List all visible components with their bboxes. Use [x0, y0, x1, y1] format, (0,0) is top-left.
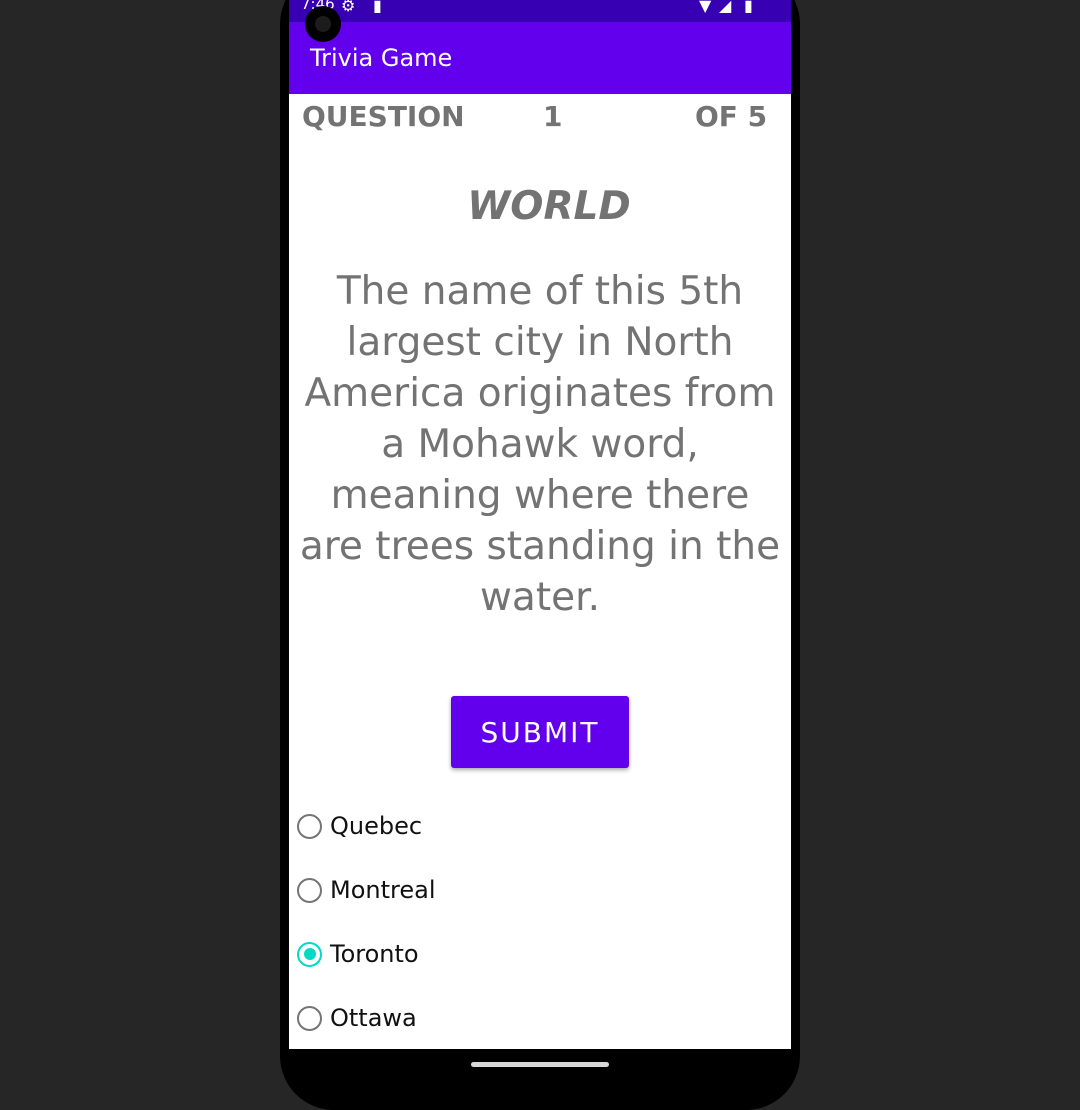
question-total: OF 5	[695, 100, 768, 133]
option-toronto[interactable]: Toronto	[297, 934, 419, 974]
option-quebec[interactable]: Quebec	[297, 806, 422, 846]
phone-screen: 7:46 ⚙ ▮ ▼ ◢ ▮ Trivia Game QUESTION 1 OF…	[289, 0, 791, 1049]
app-title: Trivia Game	[310, 44, 453, 72]
signal-icon: ◢	[719, 0, 732, 15]
radio-button[interactable]	[297, 877, 322, 903]
battery-icon: ▮	[744, 0, 753, 15]
radio-button[interactable]	[297, 813, 322, 839]
option-label: Ottawa	[330, 1004, 417, 1032]
option-ottawa[interactable]: Ottawa	[297, 998, 417, 1038]
front-camera	[305, 6, 341, 42]
submit-button[interactable]: SUBMIT	[451, 696, 629, 768]
radio-button-selected[interactable]	[297, 941, 322, 967]
radio-button[interactable]	[297, 1005, 322, 1031]
question-label: QUESTION	[302, 100, 465, 133]
question-text: The name of this 5th largest city in Nor…	[299, 269, 781, 620]
camera-lens	[315, 16, 331, 32]
option-label: Toronto	[330, 940, 419, 968]
status-bar: 7:46 ⚙ ▮ ▼ ◢ ▮	[289, 0, 791, 22]
settings-gear-icon: ⚙	[341, 0, 356, 15]
option-label: Montreal	[330, 876, 436, 904]
category-title: WORLD	[467, 184, 631, 229]
option-label: Quebec	[330, 812, 423, 840]
option-montreal[interactable]: Montreal	[297, 870, 436, 910]
radio-selected-dot	[303, 948, 316, 960]
question-number: 1	[543, 100, 563, 133]
app-bar: Trivia Game	[289, 22, 791, 94]
wifi-icon: ▼	[699, 0, 712, 15]
home-gesture-handle[interactable]	[471, 1062, 609, 1067]
sd-card-icon: ▮	[373, 0, 382, 15]
